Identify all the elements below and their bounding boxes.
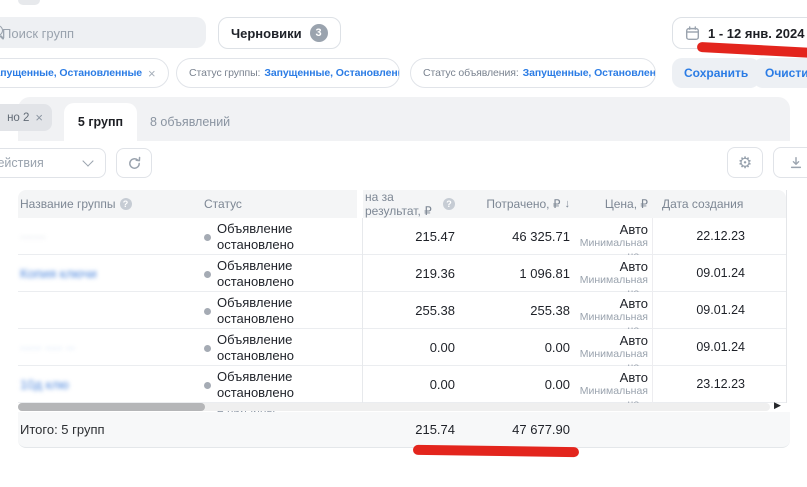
status-dot-icon [204, 308, 211, 315]
column-header-spent[interactable]: Потрачено, ₽ ↓ [463, 190, 570, 218]
date-range-value: 1 - 12 янв. 2024 [708, 26, 804, 41]
column-header-spent-label: Потрачено, ₽ [486, 197, 560, 211]
help-icon: ? [443, 198, 455, 210]
ads-manager-screen: Черновики 3 1 - 12 янв. 2024 Запущенные,… [0, 0, 807, 487]
settings-button[interactable]: ⚙ [727, 147, 763, 178]
spent-value: 0.00 [463, 366, 570, 403]
filter-chip-ad-status[interactable]: Статус объявления: Запущенные, Остановле… [410, 58, 656, 88]
table-row: ····· ···· ·· Объявление остановлено 2 п… [18, 329, 786, 366]
drafts-button[interactable]: Черновики 3 [218, 17, 341, 49]
column-header-price[interactable]: Цена, ₽ [560, 190, 648, 218]
price-cell: Авто Минимальная це... [560, 329, 648, 366]
search-input[interactable] [0, 17, 194, 50]
export-button[interactable] [773, 147, 807, 178]
actions-dropdown[interactable]: Действия [0, 148, 106, 178]
column-header-cost-per-result[interactable]: на за результат, ₽ ? [365, 190, 455, 218]
filter-chip-campaign-status[interactable]: Запущенные, Остановленные × [0, 58, 169, 88]
spent-value: 255.38 [463, 292, 570, 329]
cutoff-element-fragment [18, 0, 40, 5]
chip-label: Статус группы: [189, 67, 260, 79]
totals-cost-per-result: 215.74 [365, 412, 455, 447]
column-header-price-label: Цена, ₽ [605, 197, 648, 211]
actions-dropdown-label: Действия [0, 156, 44, 170]
table-row: ······ Объявление остановлено Остановлен… [18, 218, 786, 255]
red-annotation-underline-totals [413, 445, 579, 457]
status-dot-icon [204, 345, 211, 352]
status-dot-icon [204, 271, 211, 278]
status-dot-icon [204, 382, 211, 389]
table-row: 10д клю Объявление остановлено 2 причины… [18, 366, 786, 403]
tab-groups[interactable]: 5 групп [64, 103, 137, 141]
date-column-divider [652, 218, 653, 403]
column-header-cpr-label: на за результат, ₽ [365, 190, 439, 218]
table-header: Название группы ? Статус на за результат… [18, 190, 786, 218]
cost-per-result-value: 215.47 [365, 218, 455, 255]
column-header-created-label: Дата создания [662, 197, 743, 211]
created-date: 22.12.23 [655, 218, 745, 255]
cost-per-result-value: 0.00 [365, 366, 455, 403]
totals-label: Итого: 5 групп [20, 412, 105, 447]
horizontal-scrollbar-thumb[interactable] [18, 403, 205, 411]
table-row: Копия ключи Объявление остановлено Остан… [18, 255, 786, 292]
status-cell: Объявление остановлено Остановлена [204, 255, 364, 292]
help-icon: ? [120, 198, 132, 210]
download-icon [789, 156, 803, 170]
selected-items-chip[interactable]: но 2 × [0, 104, 52, 131]
created-date: 09.01.24 [655, 329, 745, 366]
column-header-status[interactable]: Статус [204, 190, 242, 218]
column-header-name[interactable]: Название группы ? [20, 190, 132, 218]
totals-spent: 47 677.90 [463, 412, 570, 447]
price-cell: Авто Минимальная це... [560, 292, 648, 329]
status-cell: Объявление остановлено 2 причины [204, 292, 364, 329]
close-icon[interactable]: × [148, 66, 156, 81]
frozen-pane-gap [357, 190, 363, 218]
spent-value: 1 096.81 [463, 255, 570, 292]
chip-value: Запущенные, Остановленные [264, 67, 400, 79]
frozen-column-divider [362, 218, 363, 403]
price-cell: Авто Минимальная це... [560, 218, 648, 255]
gear-icon: ⚙ [738, 153, 752, 173]
group-name-link[interactable]: Копия ключи [20, 266, 97, 281]
close-icon[interactable]: × [35, 110, 43, 125]
refresh-icon [127, 156, 142, 171]
spent-value: 46 325.71 [463, 218, 570, 255]
table-right-border [786, 190, 787, 403]
drafts-count-badge: 3 [310, 24, 328, 42]
table-row: Объявление остановлено 2 причины 255.38 … [18, 292, 786, 329]
status-cell: Объявление остановлено 2 причины [204, 366, 364, 403]
chip-value: Запущенные, Остановленные [0, 67, 142, 79]
created-date: 23.12.23 [655, 366, 745, 403]
column-header-created[interactable]: Дата создания [662, 190, 743, 218]
chip-label: Статус объявления: [423, 67, 519, 79]
created-date: 09.01.24 [655, 255, 745, 292]
chip-value: Запущенные, Остановленные [523, 67, 656, 79]
spent-value: 0.00 [463, 329, 570, 366]
totals-row: Итого: 5 групп 215.74 47 677.90 [18, 412, 790, 448]
cost-per-result-value: 255.38 [365, 292, 455, 329]
price-cell: Авто Минимальная це... [560, 255, 648, 292]
drafts-label: Черновики [231, 26, 302, 41]
refresh-button[interactable] [116, 148, 152, 178]
chevron-down-icon [82, 155, 93, 166]
tab-ads[interactable]: 8 объявлений [150, 103, 230, 141]
selected-items-label: но 2 [7, 112, 29, 124]
scroll-right-arrow-icon[interactable]: ▶ [774, 400, 781, 411]
price-cell: Авто Минимальная це... [560, 366, 648, 403]
status-cell: Объявление остановлено Остановлена [204, 218, 364, 255]
column-header-status-label: Статус [204, 197, 242, 211]
calendar-icon [685, 26, 700, 41]
cost-per-result-value: 0.00 [365, 329, 455, 366]
save-filters-button[interactable]: Сохранить [672, 58, 760, 88]
status-cell: Объявление остановлено 2 причины [204, 329, 364, 366]
column-header-name-label: Название группы [20, 197, 116, 211]
status-dot-icon [204, 234, 211, 241]
group-name-link[interactable]: ······ [20, 229, 46, 244]
cost-per-result-value: 219.36 [365, 255, 455, 292]
clear-filters-button[interactable]: Очистить [753, 58, 807, 88]
group-name-link[interactable]: ····· ···· ·· [20, 340, 75, 355]
group-name-link[interactable]: 10д клю [20, 377, 69, 392]
group-search [0, 17, 206, 48]
created-date: 09.01.24 [655, 292, 745, 329]
filter-chip-group-status[interactable]: Статус группы: Запущенные, Остановленные… [176, 58, 400, 88]
